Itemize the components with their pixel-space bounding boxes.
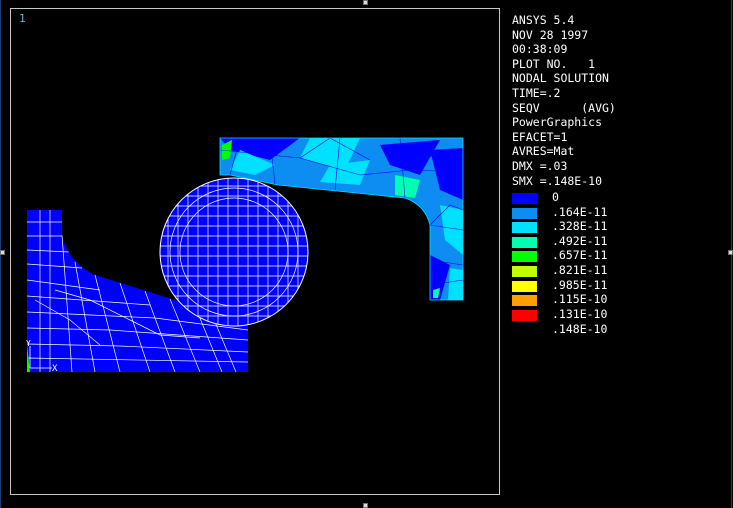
legend-swatch: [512, 193, 537, 204]
legend-label: .328E-11: [552, 219, 608, 234]
info-line-avres: AVRES=Mat: [512, 144, 575, 159]
axis-y-label: Y: [26, 339, 31, 348]
info-line-dmx: DMX =.03: [512, 158, 568, 173]
legend-swatch: [512, 295, 537, 307]
legend-label: .492E-11: [552, 233, 608, 248]
info-line-time: 00:38:09: [512, 42, 568, 57]
legend-swatch: [512, 207, 537, 219]
legend-swatch: [512, 222, 537, 234]
legend-swatch: [512, 236, 537, 248]
info-line-solution-type: NODAL SOLUTION: [512, 71, 609, 86]
info-line-item: SEQV (AVG): [512, 100, 616, 115]
legend-label: 0: [552, 190, 559, 204]
legend-swatch: [512, 265, 537, 277]
legend-max-label: .148E-10: [552, 322, 608, 336]
legend-label: .131E-10: [552, 306, 608, 321]
info-line-smx: SMX =.148E-10: [512, 173, 603, 188]
fea-mesh-plot[interactable]: Y X: [0, 0, 733, 508]
legend-label: .657E-11: [552, 248, 608, 263]
info-line-efacet: EFACET=1: [512, 129, 568, 144]
legend-label: .115E-10: [552, 292, 608, 307]
legend-swatch: [512, 280, 537, 292]
ansys-graphics-window: 1 Y X ANSYS 5.4 NOV 28 1997 00:38:09 PLO…: [0, 0, 733, 508]
info-line-product: ANSYS 5.4: [512, 13, 575, 27]
legend-swatch: [512, 251, 537, 263]
info-line-graphics-mode: PowerGraphics: [512, 115, 603, 130]
axis-x-label: X: [52, 364, 58, 374]
info-line-plot-number: PLOT NO. 1: [512, 56, 596, 71]
info-line-load-time: TIME=.2: [512, 85, 561, 100]
legend-label: .821E-11: [552, 262, 608, 277]
legend-swatch: [512, 309, 537, 321]
legend-label: .985E-11: [552, 277, 608, 292]
info-line-date: NOV 28 1997: [512, 27, 589, 42]
legend-label: .164E-11: [552, 204, 608, 219]
plot-info-block: ANSYS 5.4 NOV 28 1997 00:38:09 PLOT NO. …: [512, 13, 616, 188]
